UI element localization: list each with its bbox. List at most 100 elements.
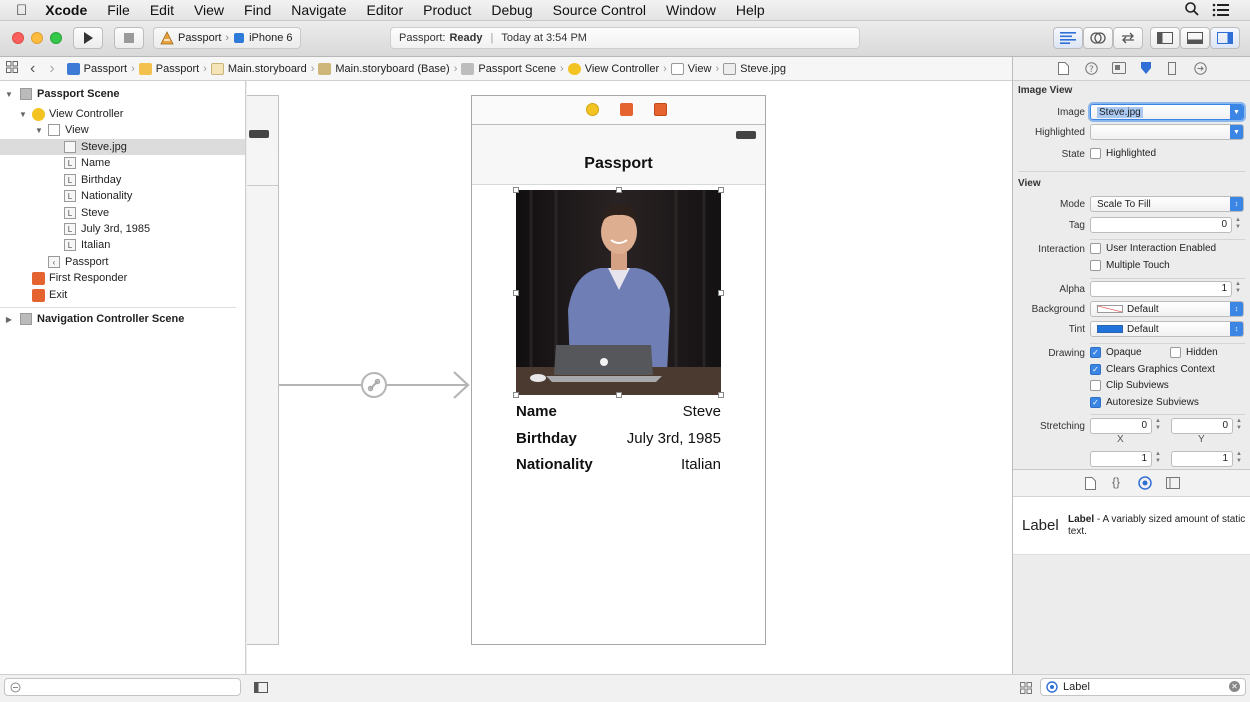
resize-handle[interactable] (616, 392, 622, 398)
resize-handle[interactable] (513, 392, 519, 398)
outline-row-italian[interactable]: L Italian (0, 237, 245, 253)
menu-product[interactable]: Product (423, 2, 471, 18)
stretch-y-field[interactable]: 0 (1171, 418, 1233, 434)
resize-handle[interactable] (513, 187, 519, 193)
outline-row-view[interactable]: ▼ View (0, 122, 245, 138)
stretch-height-stepper-icon[interactable]: ▲ ▼ (1235, 451, 1243, 467)
view-controller-frame[interactable]: Passport Name Steve Birthday July 3rd, 1… (471, 95, 766, 645)
first-responder-icon[interactable] (620, 103, 633, 116)
image-combo-box[interactable]: Steve.jpg ▼ (1090, 104, 1244, 120)
nationality-key-label[interactable]: Nationality (516, 456, 593, 473)
scheme-selector[interactable]: Passport › iPhone 6 (153, 27, 301, 49)
outline-row-name[interactable]: L Name (0, 155, 245, 171)
standard-editor-button[interactable] (1053, 27, 1083, 49)
exit-icon[interactable] (654, 103, 667, 116)
crumb-storyboard[interactable]: Main.storyboard (210, 62, 307, 75)
outline-row-birthday[interactable]: L Birthday (0, 172, 245, 188)
version-editor-button[interactable] (1113, 27, 1143, 49)
notification-center-icon[interactable] (1212, 3, 1230, 20)
navigation-controller-frame[interactable] (247, 95, 279, 645)
outline-row-steve[interactable]: L Steve (0, 205, 245, 221)
menu-edit[interactable]: Edit (150, 2, 174, 18)
library-item-label[interactable]: Label Label - A variably sized amount of… (1013, 497, 1250, 555)
menu-source-control[interactable]: Source Control (553, 2, 646, 18)
stretch-x-field[interactable]: 0 (1090, 418, 1152, 434)
resize-handle[interactable] (718, 290, 724, 296)
background-popup[interactable]: Default ↕ (1090, 301, 1244, 317)
alpha-field[interactable]: 1 (1090, 281, 1232, 297)
state-highlighted-checkbox[interactable]: Highlighted (1090, 148, 1156, 159)
clear-search-icon[interactable]: ✕ (1229, 681, 1240, 692)
resize-handle[interactable] (513, 290, 519, 296)
resize-handle[interactable] (718, 187, 724, 193)
highlighted-combo-box[interactable]: ▼ (1090, 124, 1244, 140)
show-document-outline-icon[interactable] (254, 682, 268, 696)
menu-debug[interactable]: Debug (491, 2, 532, 18)
toggle-navigator-button[interactable] (1150, 27, 1180, 49)
disclosure-open-icon[interactable]: ▼ (34, 126, 44, 135)
toggle-debug-area-button[interactable] (1180, 27, 1210, 49)
view-controller-icon[interactable] (586, 103, 599, 116)
stretch-y-stepper-icon[interactable]: ▲ ▼ (1235, 418, 1243, 434)
connections-inspector-tab-icon[interactable] (1194, 62, 1207, 78)
menu-editor[interactable]: Editor (367, 2, 404, 18)
crumb-view[interactable]: View (670, 62, 711, 75)
menu-view[interactable]: View (194, 2, 224, 18)
file-inspector-tab-icon[interactable] (1058, 62, 1069, 78)
assistant-editor-button[interactable] (1083, 27, 1113, 49)
forward-arrow-icon[interactable]: › (49, 60, 54, 78)
outline-row-birthdate[interactable]: L July 3rd, 1985 (0, 221, 245, 237)
outline-row-nav-controller-scene[interactable]: ▶ Navigation Controller Scene (0, 311, 245, 327)
name-value-label[interactable]: Steve (683, 403, 721, 420)
file-template-library-icon[interactable] (1085, 477, 1096, 493)
identity-inspector-tab-icon[interactable] (1112, 62, 1126, 77)
outline-row-steve-jpg[interactable]: Steve.jpg (0, 139, 245, 155)
code-snippet-library-icon[interactable]: {} (1112, 475, 1120, 489)
resize-handle[interactable] (616, 187, 622, 193)
tag-stepper-icon[interactable]: ▲ ▼ (1234, 217, 1242, 233)
birthday-key-label[interactable]: Birthday (516, 430, 577, 447)
menu-navigate[interactable]: Navigate (291, 2, 346, 18)
disclosure-closed-icon[interactable]: ▶ (4, 315, 14, 324)
disclosure-open-icon[interactable]: ▼ (18, 110, 28, 119)
menu-window[interactable]: Window (666, 2, 716, 18)
stretch-width-stepper-icon[interactable]: ▲ ▼ (1154, 451, 1162, 467)
run-button[interactable] (73, 27, 103, 49)
user-interaction-checkbox[interactable]: User Interaction Enabled (1090, 243, 1216, 254)
menu-find[interactable]: Find (244, 2, 271, 18)
chevron-down-icon[interactable]: ▼ (1230, 125, 1243, 139)
multiple-touch-checkbox[interactable]: Multiple Touch (1090, 260, 1170, 271)
outline-row-exit[interactable]: Exit (0, 287, 245, 303)
zoom-window-button[interactable] (50, 32, 62, 44)
menu-help[interactable]: Help (736, 2, 765, 18)
back-arrow-icon[interactable]: ‹ (30, 60, 35, 78)
chevron-down-icon[interactable]: ▼ (1230, 105, 1243, 119)
object-library-icon[interactable] (1138, 476, 1152, 493)
clip-subviews-checkbox[interactable]: Clip Subviews (1090, 380, 1169, 391)
stretch-x-stepper-icon[interactable]: ▲ ▼ (1154, 418, 1162, 434)
stretch-height-field[interactable]: 1 (1171, 451, 1233, 467)
hidden-checkbox[interactable]: Hidden (1170, 347, 1218, 358)
tint-popup[interactable]: Default ↕ (1090, 321, 1244, 337)
mode-popup[interactable]: Scale To Fill ↕ (1090, 196, 1244, 212)
menu-xcode[interactable]: Xcode (45, 2, 87, 18)
crumb-view-controller[interactable]: View Controller (567, 62, 659, 75)
library-grid-view-icon[interactable] (1020, 682, 1032, 697)
crumb-group[interactable]: Passport (138, 62, 199, 75)
stretch-width-field[interactable]: 1 (1090, 451, 1152, 467)
attributes-inspector-tab-icon[interactable] (1140, 61, 1152, 78)
clears-graphics-context-checkbox[interactable]: ✓ Clears Graphics Context (1090, 364, 1215, 375)
nav-title[interactable]: Passport (472, 155, 765, 173)
storyboard-canvas[interactable]: Passport Name Steve Birthday July 3rd, 1… (247, 81, 1012, 674)
crumb-storyboard-base[interactable]: Main.storyboard (Base) (318, 62, 450, 75)
close-window-button[interactable] (12, 32, 24, 44)
disclosure-open-icon[interactable]: ▼ (4, 90, 14, 99)
outline-row-first-responder[interactable]: First Responder (0, 270, 245, 286)
related-items-icon[interactable] (6, 61, 18, 76)
crumb-image[interactable]: Steve.jpg (723, 62, 786, 75)
resize-handle[interactable] (718, 392, 724, 398)
crumb-project[interactable]: Passport (66, 62, 127, 75)
outline-filter-field[interactable] (4, 678, 241, 696)
opaque-checkbox[interactable]: ✓ Opaque (1090, 347, 1142, 358)
outline-row-view-controller[interactable]: ▼ View Controller (0, 106, 245, 122)
